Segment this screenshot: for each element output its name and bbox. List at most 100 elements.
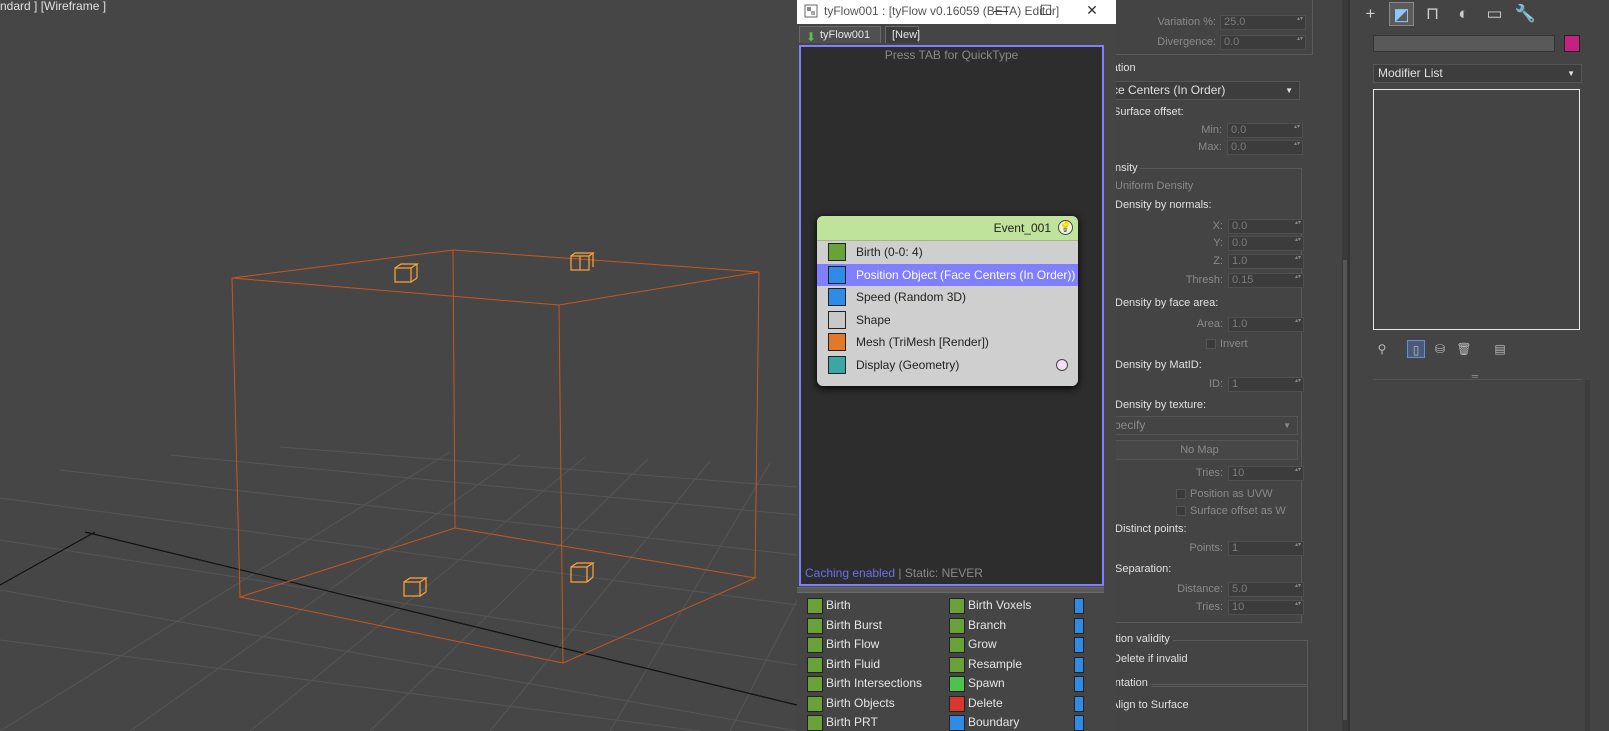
thresh-spinner[interactable]: 0.15 xyxy=(1228,273,1304,288)
object-color-swatch[interactable] xyxy=(1564,35,1580,52)
palette-operator[interactable]: Birth xyxy=(797,596,851,615)
operator-icon[interactable] xyxy=(1074,598,1084,614)
align-to-surface-checkbox[interactable]: Align to Surface xyxy=(1116,699,1189,712)
operator-icon xyxy=(949,695,965,712)
operator-icon[interactable] xyxy=(1074,617,1084,634)
palette-operator[interactable]: Resample xyxy=(939,655,1022,674)
motion-icon[interactable]: ◐ xyxy=(1451,2,1476,26)
wireframe-scene[interactable] xyxy=(0,0,797,731)
operator-icon[interactable] xyxy=(1074,715,1084,731)
texture-specify-dropdown[interactable]: Specify ▼ xyxy=(1116,416,1298,435)
palette-operator[interactable]: Birth Fluid xyxy=(797,655,880,674)
uniform-density-checkbox[interactable]: ✔ Uniform Density xyxy=(1116,180,1193,193)
operator-row[interactable]: Mesh (TriMesh [Render]) xyxy=(817,331,1078,354)
density-by-matid-label: Density by MatID: xyxy=(1116,359,1202,371)
speed-icon xyxy=(828,288,846,306)
id-spinner[interactable]: 1 xyxy=(1228,377,1304,392)
palette-splitter[interactable] xyxy=(797,587,1104,593)
no-map-button[interactable]: No Map xyxy=(1116,440,1298,460)
viewport-label[interactable]: ndard ] [Wireframe ] xyxy=(0,0,106,13)
viewport-3d[interactable]: ndard ] [Wireframe ] xyxy=(0,0,797,731)
maximize-button[interactable]: ☐ xyxy=(1024,0,1068,22)
y-spinner[interactable]: 0.0 xyxy=(1228,236,1304,251)
hierarchy-icon[interactable]: ⊓ xyxy=(1420,2,1445,26)
palette-operator[interactable]: Birth Flow xyxy=(797,635,879,654)
light-bulb-icon[interactable]: 💡 xyxy=(1058,220,1073,235)
separation-tries-spinner[interactable]: 10 xyxy=(1228,600,1304,615)
tab-new[interactable]: [New] xyxy=(885,26,920,43)
palette-operator[interactable]: Birth Objects xyxy=(797,694,895,713)
operator-row[interactable]: Shape xyxy=(817,309,1078,332)
scrollbar-thumb[interactable] xyxy=(1343,260,1347,720)
close-button[interactable]: ✕ xyxy=(1070,0,1114,22)
density-by-normals-checkbox[interactable]: Density by normals: xyxy=(1116,199,1212,212)
palette-operator[interactable]: Birth Intersections xyxy=(797,674,922,693)
modifier-stack[interactable] xyxy=(1373,89,1580,330)
show-end-result-icon[interactable]: ▯ xyxy=(1407,340,1425,358)
palette-operator[interactable]: Spawn xyxy=(939,674,1005,693)
static-status[interactable]: Static: NEVER xyxy=(905,566,983,580)
operator-row[interactable]: Display (Geometry) xyxy=(817,354,1078,377)
x-spinner[interactable]: 0.0 xyxy=(1228,219,1304,234)
location-mode-dropdown[interactable]: Face Centers (In Order) ▼ xyxy=(1116,81,1300,100)
orientation-title: Orientation xyxy=(1116,677,1151,689)
event-header[interactable]: Event_001 💡 xyxy=(817,216,1078,241)
separation-checkbox[interactable]: Separation: xyxy=(1116,563,1171,576)
z-spinner[interactable]: 1.0 xyxy=(1228,254,1304,269)
palette-operator[interactable]: Birth Voxels xyxy=(939,596,1031,615)
create-plus-icon[interactable]: + xyxy=(1358,2,1383,26)
operator-icon[interactable] xyxy=(1074,695,1084,712)
max-spinner[interactable]: 0.0 xyxy=(1227,140,1303,155)
texture-tries-spinner[interactable]: 10 xyxy=(1228,466,1304,481)
area-spinner[interactable]: 1.0 xyxy=(1228,317,1304,332)
palette-operator[interactable]: Delete xyxy=(939,694,1003,713)
output-port-icon[interactable] xyxy=(1056,358,1068,371)
invert-checkbox[interactable]: Invert xyxy=(1206,338,1248,351)
modifier-list-dropdown[interactable]: Modifier List ▼ xyxy=(1373,64,1582,83)
variation-spinner[interactable]: 25.0 xyxy=(1220,15,1306,30)
palette-operator[interactable]: Birth PRT xyxy=(797,713,878,731)
make-unique-icon[interactable]: ⛁ xyxy=(1431,340,1449,358)
configure-sets-icon[interactable]: ▤ xyxy=(1491,340,1509,358)
title-bar[interactable]: tyFlow001 : [tyFlow v0.16059 (BETA) Edit… xyxy=(797,0,1116,24)
tab-tyflow001[interactable]: ⬇ tyFlow001 xyxy=(799,26,881,44)
distinct-points-checkbox[interactable]: Distinct points: xyxy=(1116,523,1187,536)
operator-label: Mesh (TriMesh [Render]) xyxy=(856,335,989,349)
operator-icon[interactable] xyxy=(1074,637,1084,653)
display-monitor-icon[interactable]: ▭ xyxy=(1482,2,1507,26)
surface-offset-checkbox[interactable]: Surface offset: xyxy=(1116,106,1184,119)
operator-icon[interactable] xyxy=(1074,676,1084,692)
density-by-matid-checkbox[interactable]: Density by MatID: xyxy=(1116,359,1202,372)
flow-canvas[interactable]: Press TAB for QuickType Event_001 💡 Birt… xyxy=(799,45,1104,586)
palette-operator[interactable]: Boundary xyxy=(939,713,1019,731)
pin-stack-icon[interactable]: ⚲ xyxy=(1373,340,1391,358)
event-node[interactable]: Event_001 💡 Birth (0-0: 4) Position Objec… xyxy=(817,216,1078,386)
min-spinner[interactable]: 0.0 xyxy=(1227,123,1303,138)
operator-row[interactable]: Position Object (Face Centers (In Order)… xyxy=(817,263,1078,286)
density-by-face-area-checkbox[interactable]: Density by face area: xyxy=(1116,297,1218,310)
modify-icon[interactable]: ◩ xyxy=(1389,2,1414,26)
resize-grip-icon[interactable]: ═ xyxy=(1468,372,1482,381)
palette-operator[interactable]: Grow xyxy=(939,635,997,654)
palette-operator[interactable]: Birth Burst xyxy=(797,616,882,635)
delete-if-invalid-checkbox[interactable]: ✔ Delete if invalid xyxy=(1116,653,1188,666)
palette-operator[interactable]: Branch xyxy=(939,616,1006,635)
utilities-wrench-icon[interactable]: 🔧 xyxy=(1513,2,1538,26)
position-as-uvw-checkbox[interactable]: Position as UVW xyxy=(1176,488,1273,501)
operator-icon[interactable] xyxy=(1074,656,1084,673)
divergence-spinner[interactable]: 0.0 xyxy=(1220,35,1306,50)
operator-icon xyxy=(807,695,823,712)
density-by-texture-checkbox[interactable]: Density by texture: xyxy=(1116,399,1206,412)
object-name-field[interactable] xyxy=(1373,35,1555,52)
operator-row[interactable]: Speed (Random 3D) xyxy=(817,286,1078,309)
panel-scrollbar[interactable] xyxy=(1585,380,1590,731)
points-spinner[interactable]: 1 xyxy=(1228,541,1304,556)
operator-row[interactable]: Birth (0-0: 4) xyxy=(817,241,1078,264)
palette-operator-label: Birth xyxy=(826,598,851,612)
surface-offset-as-w-checkbox[interactable]: Surface offset as W xyxy=(1176,505,1286,518)
display-icon xyxy=(828,355,846,374)
minimize-button[interactable]: — xyxy=(979,0,1023,22)
caching-status[interactable]: Caching enabled xyxy=(805,566,895,580)
remove-modifier-icon[interactable]: 🗑 xyxy=(1455,340,1473,358)
distance-spinner[interactable]: 5.0 xyxy=(1228,582,1304,597)
